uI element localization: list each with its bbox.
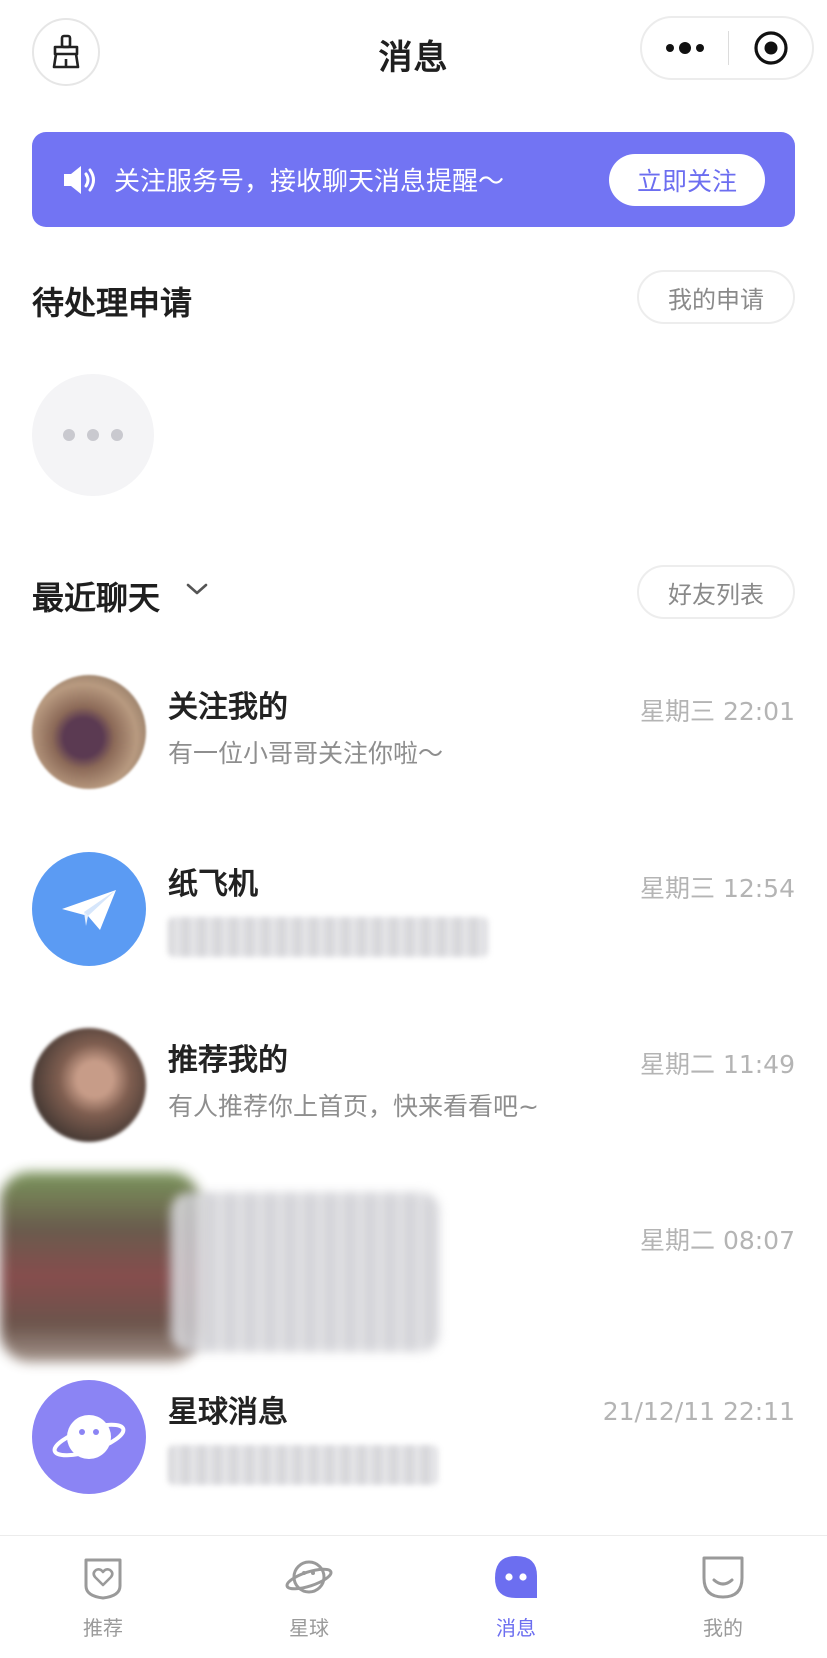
banner-text: 关注服务号，接收聊天消息提醒～ xyxy=(114,167,505,197)
my-requests-button[interactable]: 我的申请 xyxy=(637,270,795,324)
tab-recommend[interactable]: 推荐 xyxy=(0,1536,206,1658)
chat-name: 纸飞机 xyxy=(168,867,258,902)
chat-row-follow[interactable]: 关注我的 有一位小哥哥关注你啦～ 星期三 22:01 xyxy=(0,662,827,822)
close-mini-program-button[interactable] xyxy=(729,18,812,78)
speaker-icon xyxy=(64,165,95,194)
heart-shield-icon xyxy=(84,1558,122,1600)
dot xyxy=(63,429,75,441)
pending-more-button[interactable] xyxy=(32,374,154,496)
chevron-down-icon[interactable] xyxy=(184,579,210,599)
ellipsis-icon xyxy=(666,42,704,54)
tab-label: 消息 xyxy=(496,1616,536,1640)
bottom-tab-bar: 推荐 星球 消息 我的 xyxy=(0,1535,827,1658)
chat-row-paper-plane[interactable]: 纸飞机 星期三 12:54 xyxy=(0,839,827,999)
recent-chats-title: 最近聊天 xyxy=(32,579,161,617)
paper-plane-avatar xyxy=(32,852,146,966)
tab-label: 星球 xyxy=(289,1616,329,1640)
paper-plane-icon xyxy=(62,890,116,930)
chat-bubble-icon xyxy=(495,1556,537,1598)
redacted-preview xyxy=(168,917,488,957)
chat-time: 星期二 08:07 xyxy=(640,1226,795,1255)
follow-service-banner: 关注服务号，接收聊天消息提醒～ 立即关注 xyxy=(32,132,795,227)
planet-avatar xyxy=(32,1380,146,1494)
chat-name: 推荐我的 xyxy=(168,1043,288,1078)
tab-label: 推荐 xyxy=(83,1616,123,1640)
chat-time: 星期二 11:49 xyxy=(640,1050,795,1079)
planet-icon xyxy=(285,1560,333,1594)
photo-avatar xyxy=(32,675,146,789)
chat-time: 星期三 12:54 xyxy=(640,874,795,903)
smile-face-icon xyxy=(702,1556,744,1599)
chat-name: 星球消息 xyxy=(168,1395,288,1430)
tab-planet[interactable]: 星球 xyxy=(206,1536,412,1658)
chat-name: 关注我的 xyxy=(168,690,288,725)
chat-row-planet[interactable]: 星球消息 21/12/11 22:11 xyxy=(0,1367,827,1527)
tab-label: 我的 xyxy=(703,1616,743,1640)
dot xyxy=(111,429,123,441)
photo-avatar xyxy=(32,1028,146,1142)
header: 消息 xyxy=(0,0,827,105)
planet-icon xyxy=(52,1415,126,1459)
pending-requests-title: 待处理申请 xyxy=(32,284,193,322)
chat-time: 星期三 22:01 xyxy=(640,697,795,726)
mini-program-capsule xyxy=(640,16,814,80)
redacted-preview xyxy=(168,1445,438,1485)
chat-preview: 有人推荐你上首页，快来看看吧~ xyxy=(168,1092,539,1121)
chat-time: 21/12/11 22:11 xyxy=(602,1397,795,1426)
tab-mine[interactable]: 我的 xyxy=(620,1536,826,1658)
target-icon xyxy=(753,31,788,65)
dot xyxy=(87,429,99,441)
follow-now-button[interactable]: 立即关注 xyxy=(609,153,765,206)
more-button[interactable] xyxy=(642,18,728,78)
chat-preview: 有一位小哥哥关注你啦～ xyxy=(168,739,444,768)
tab-messages[interactable]: 消息 xyxy=(413,1536,619,1658)
friend-list-button[interactable]: 好友列表 xyxy=(637,565,795,619)
chat-row-recommend[interactable]: 推荐我的 有人推荐你上首页，快来看看吧~ 星期二 11:49 xyxy=(0,1015,827,1175)
chat-row-hidden[interactable]: 星期二 08:07 xyxy=(0,1191,827,1351)
